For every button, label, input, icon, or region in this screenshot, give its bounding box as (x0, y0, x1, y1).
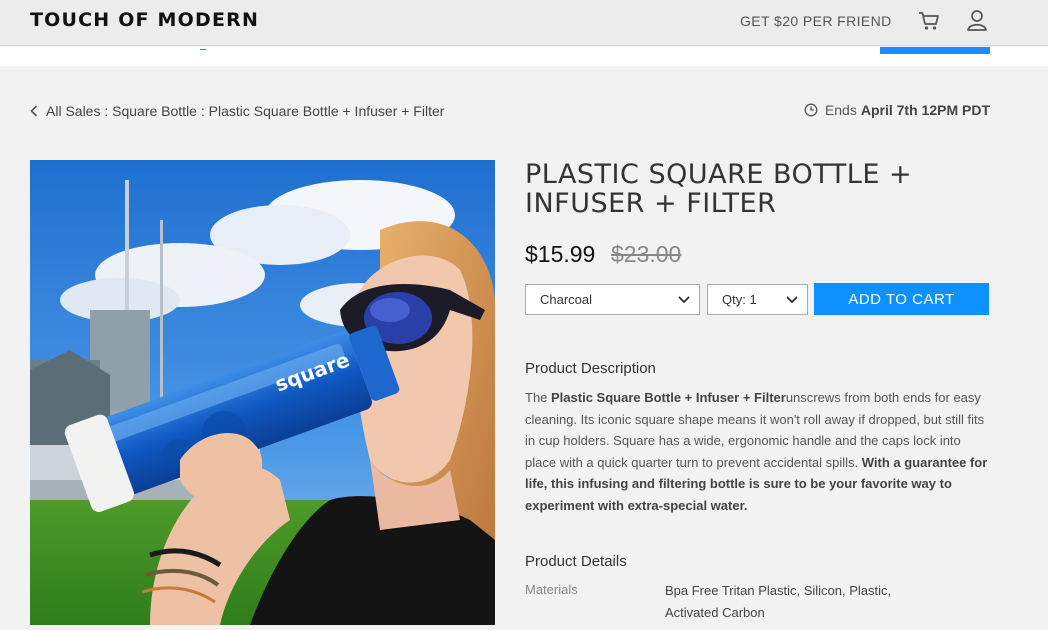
sale-price: $15.99 (525, 241, 596, 267)
description-heading: Product Description (525, 360, 656, 377)
description-start: The (525, 390, 552, 405)
top-nav-bar: TOUCH OF MODERN GET $20 PER FRIEND (0, 0, 1048, 46)
invite-friends-link[interactable]: GET $20 PER FRIEND (740, 13, 892, 29)
description-product-name: Plastic Square Bottle + Infuser + Filter (551, 390, 786, 405)
chevron-down-icon (678, 296, 690, 304)
sub-nav-mark (200, 47, 206, 50)
materials-value: Bpa Free Tritan Plastic, Silicon, Plasti… (665, 583, 892, 620)
user-icon[interactable] (966, 9, 988, 31)
quantity-select-value: Qty: 1 (722, 292, 757, 307)
clock-icon (804, 103, 818, 117)
product-title: PLASTIC SQUARE BOTTLE + INFUSER + FILTER (525, 159, 913, 219)
quantity-select[interactable]: Qty: 1 (707, 284, 808, 315)
materials-label: Materials (525, 582, 578, 597)
details-heading: Product Details (525, 553, 627, 570)
sub-nav-button[interactable] (880, 47, 990, 54)
add-to-cart-button[interactable]: ADD TO CART (814, 283, 989, 315)
product-description: The Plastic Square Bottle + Infuser + Fi… (525, 387, 995, 516)
product-image[interactable]: square (30, 160, 495, 625)
color-select[interactable]: Charcoal (525, 284, 700, 315)
sale-end-date: April 7th 12PM PDT (860, 102, 990, 118)
chevron-down-icon (786, 296, 798, 304)
original-price: $23.00 (611, 241, 682, 267)
product-photo-illustration: square (30, 160, 495, 625)
site-logo[interactable]: TOUCH OF MODERN (30, 9, 259, 31)
sale-end-timer: Ends April 7th 12PM PDT (804, 102, 990, 118)
sale-end-prefix: Ends (824, 102, 857, 118)
color-select-value: Charcoal (540, 292, 593, 307)
breadcrumb-text[interactable]: All Sales : Square Bottle : Plastic Squa… (46, 103, 444, 119)
chevron-left-icon (30, 105, 38, 117)
cart-icon[interactable] (918, 10, 940, 32)
breadcrumb[interactable]: All Sales : Square Bottle : Plastic Squa… (30, 103, 444, 119)
